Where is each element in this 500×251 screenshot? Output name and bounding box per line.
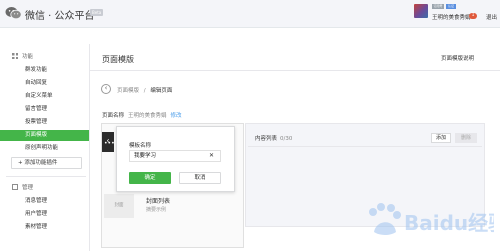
manage-box-icon [12,184,18,190]
account-name[interactable]: 王明的美食秀娟 [432,13,471,21]
content-list-count: 0/30 [280,136,293,142]
avatar[interactable] [414,4,428,18]
logout-link[interactable]: 退出 [486,13,497,21]
breadcrumb-separator: / [143,88,146,94]
section-function: 功能 [12,52,33,60]
help-link[interactable]: 页面模版说明 [441,54,474,62]
sidebar-item-comments[interactable]: 留言管理 [0,104,89,115]
phone-menu-dots: ••• [104,140,115,147]
section-function-label: 功能 [22,54,34,60]
beta-badge: Beta [90,9,104,16]
sidebar-item-users[interactable]: 用户管理 [0,209,89,220]
clear-input-icon[interactable]: ✕ [209,152,214,159]
function-grid-icon [12,53,18,59]
template-name-input[interactable]: 我要学习 [129,150,221,162]
section-manage: 管理 [12,183,33,191]
add-content-button[interactable]: 添加 [431,133,451,143]
content-list-divider [248,146,482,147]
cancel-button[interactable]: 取消 [179,172,221,184]
sidebar-item-messages[interactable]: 消息管理 [0,196,89,207]
sidebar-item-original-declaration[interactable]: 原创声明功能 [0,143,89,154]
sidebar-divider [6,176,86,177]
section-manage-label: 管理 [22,185,34,191]
sidebar-item-mass-send[interactable]: 群发功能 [0,65,89,76]
breadcrumb-parent[interactable]: 页面模版 [117,88,139,94]
sidebar-item-custom-menu[interactable]: 自定义菜单 [0,91,89,102]
page-name-label: 页面名称 [102,113,125,119]
add-plugin-button[interactable]: + 添加功能插件 [11,157,82,169]
page-name-value: 王明的美食秀娟 [128,113,167,119]
breadcrumb: 页面模版 / 编辑页面 [117,86,172,94]
top-header: 微信 · 公众平台 Beta 订阅号 认证 王明的美食秀娟 1 退出 [0,0,500,28]
account-type-tag: 订阅号 [432,4,444,9]
baidu-watermark-logo: Baidu经验 [369,203,494,235]
notification-badge[interactable]: 1 [469,13,477,19]
sidebar-item-materials[interactable]: 素材管理 [0,222,89,233]
title-divider [90,70,500,71]
content-list-title: 内容列表 [255,136,278,142]
template-subtitle: 摘要示例 [146,207,167,213]
page-name-row: 页面名称 王明的美食秀娟 修改 [102,111,182,119]
delete-content-button[interactable]: 删除 [455,133,477,143]
template-thumbnail[interactable]: 封面 [104,194,134,218]
template-name-label: 模板名称 [129,143,152,149]
platform-title: 微信 · 公众平台 [25,11,95,22]
wechat-logo-icon [5,7,22,20]
back-circle-icon[interactable]: ‹ [101,84,111,94]
verified-tag: 认证 [446,4,456,9]
svg-text:Baidu经验: Baidu经验 [404,211,494,235]
confirm-button[interactable]: 确定 [129,172,171,184]
sidebar-item-auto-reply[interactable]: 自动回复 [0,78,89,89]
content-list-header: 内容列表 0/30 [255,134,292,142]
page-title: 页面模版 [102,55,134,64]
sidebar-item-page-template[interactable]: 页面模版 [0,130,89,141]
sidebar-item-votes[interactable]: 投票管理 [0,117,89,128]
page-name-edit-link[interactable]: 修改 [171,113,182,119]
template-title: 封面列表 [146,198,171,205]
breadcrumb-current: 编辑页面 [150,88,173,94]
